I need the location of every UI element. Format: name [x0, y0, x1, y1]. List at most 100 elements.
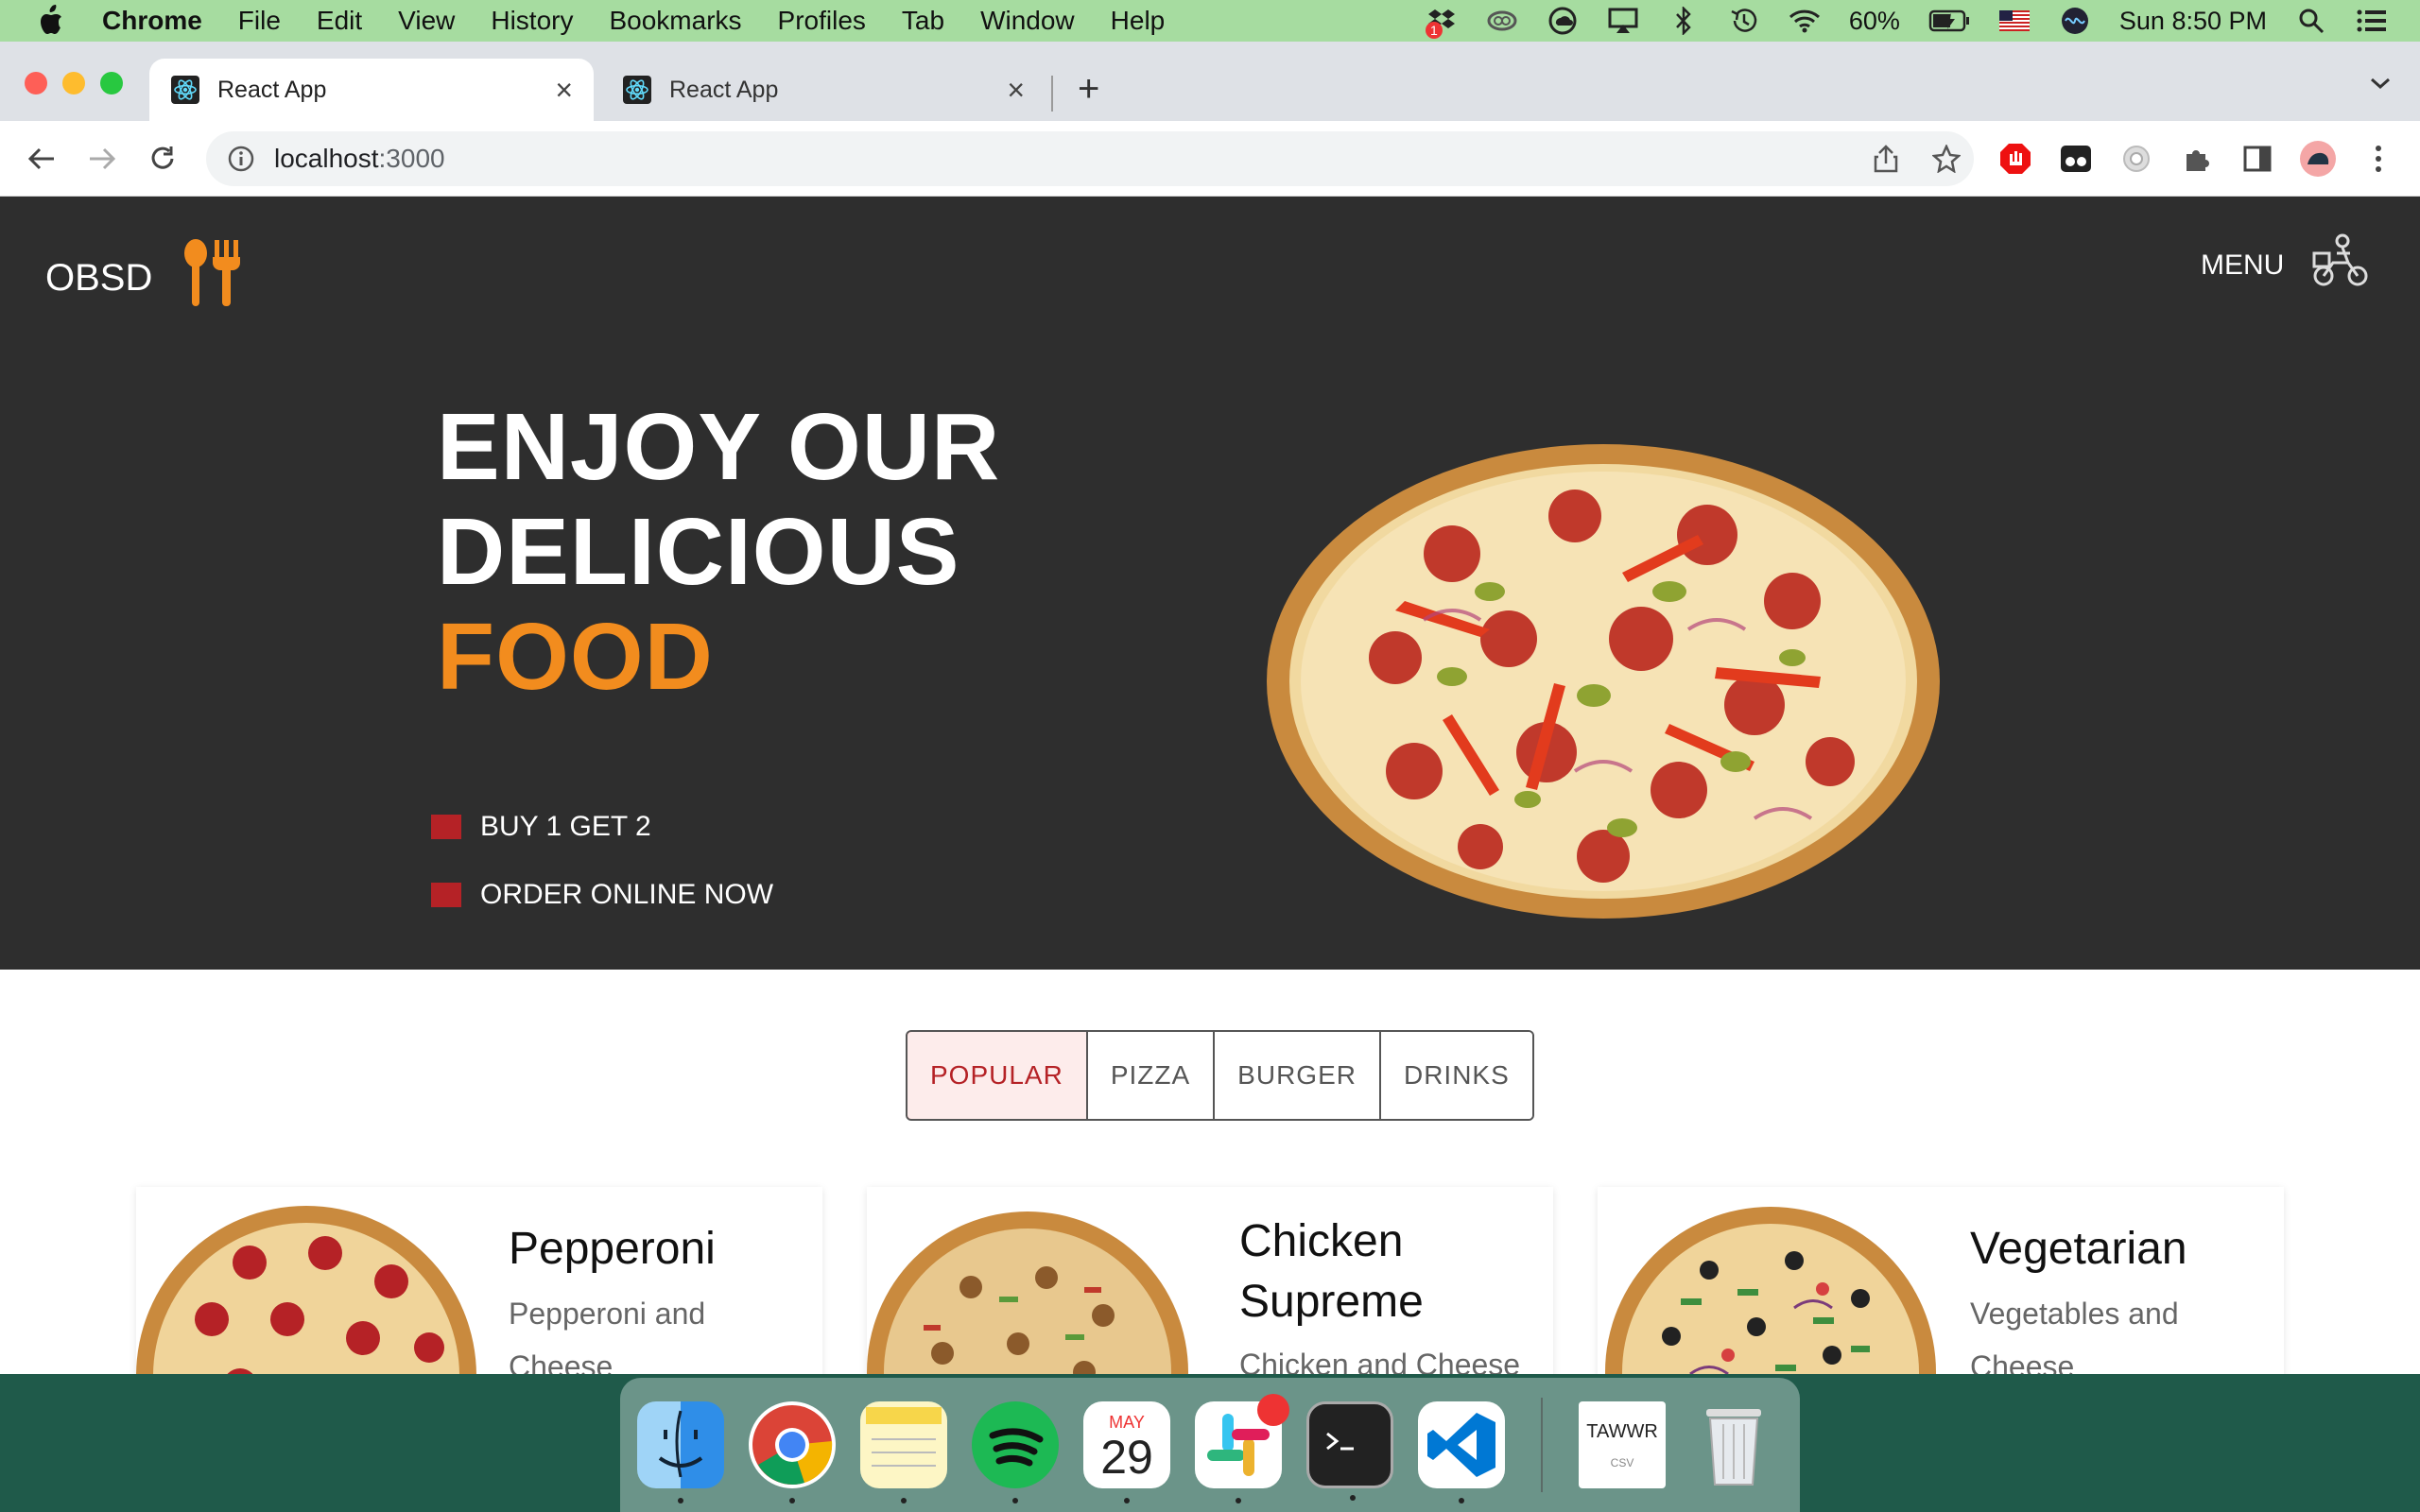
running-indicator — [1350, 1495, 1356, 1501]
battery-percent[interactable]: 60% — [1849, 7, 1900, 36]
menu-view[interactable]: View — [398, 6, 455, 36]
us-flag-icon[interactable] — [1998, 7, 2031, 35]
menu-help[interactable]: Help — [1111, 6, 1166, 36]
time-machine-icon[interactable] — [1728, 7, 1760, 35]
hero-section: OBSD MENU ENJOY OUR DELICIOUS FOOD BUY 1… — [0, 197, 2420, 970]
product-card-pepperoni[interactable]: Pepperoni Pepperoni and Cheese — [136, 1187, 822, 1374]
tab-strip: React App × React App × + — [0, 42, 2420, 121]
card-title: Vegetarian — [1970, 1224, 2187, 1274]
incognito-extension-icon[interactable] — [2057, 140, 2095, 178]
adblock-extension-icon[interactable] — [1996, 140, 2034, 178]
profile-avatar[interactable] — [2299, 140, 2337, 178]
bullet-label: ORDER ONLINE NOW — [480, 879, 774, 910]
web-page-viewport: OBSD MENU ENJOY OUR DELICIOUS FOOD BUY 1… — [0, 197, 2420, 1374]
running-indicator — [1012, 1498, 1018, 1503]
dock-separator — [1541, 1398, 1543, 1492]
product-card-vegetarian[interactable]: Vegetarian Vegetables and Cheese — [1598, 1187, 2284, 1374]
menu-bookmarks[interactable]: Bookmarks — [609, 6, 741, 36]
close-window-button[interactable] — [25, 72, 47, 94]
menu-tab[interactable]: Tab — [902, 6, 944, 36]
menu-window[interactable]: Window — [980, 6, 1075, 36]
url-host: localhost — [274, 144, 379, 173]
order-online-link[interactable]: ORDER ONLINE NOW — [431, 879, 773, 911]
dock-finder-icon[interactable] — [637, 1401, 724, 1503]
bullet-label: BUY 1 GET 2 — [480, 811, 651, 842]
tab-title: React App — [669, 76, 779, 103]
forward-arrow-icon[interactable] — [83, 140, 121, 178]
grey-target-extension-icon[interactable] — [2118, 140, 2155, 178]
window-controls — [25, 72, 123, 94]
address-bar[interactable]: localhost:3000 — [206, 131, 1974, 186]
reload-icon[interactable] — [144, 140, 182, 178]
browser-toolbar: localhost:3000 — [0, 121, 2420, 197]
delivery-scooter-icon[interactable] — [2310, 232, 2371, 292]
dropbox-icon[interactable]: 1 — [1425, 7, 1458, 39]
dock-chrome-icon[interactable] — [749, 1401, 836, 1503]
filter-drinks-button[interactable]: DRINKS — [1378, 1032, 1532, 1119]
app-menu-chrome[interactable]: Chrome — [102, 6, 202, 36]
filter-burger-button[interactable]: BURGER — [1213, 1032, 1379, 1119]
extensions-puzzle-icon[interactable] — [2178, 140, 2216, 178]
airplay-icon[interactable] — [1607, 7, 1639, 35]
category-filter-group: POPULAR PIZZA BURGER DRINKS — [906, 1030, 1534, 1121]
cloud-sync-icon[interactable] — [1547, 7, 1579, 35]
menu-edit[interactable]: Edit — [317, 6, 362, 36]
tab-react-app-active[interactable]: React App × — [149, 59, 594, 121]
url-port: :3000 — [378, 144, 445, 173]
product-card-chicken-supreme[interactable]: Chicken Supreme Chicken and Cheese — [867, 1187, 1553, 1374]
dock-notes-icon[interactable] — [860, 1401, 947, 1503]
pepperoni-pizza-image — [136, 1196, 476, 1374]
document-label: TAWWR — [1586, 1420, 1658, 1442]
tab-search-chevron-down-icon[interactable] — [2369, 76, 2392, 95]
bookmark-star-icon[interactable] — [1932, 145, 1961, 173]
tab-divider — [1051, 76, 1053, 112]
dock-vscode-icon[interactable] — [1418, 1401, 1505, 1503]
battery-icon[interactable] — [1928, 7, 1970, 35]
wifi-icon[interactable] — [1789, 7, 1821, 35]
dock-calendar-icon[interactable]: MAY 29 — [1083, 1401, 1170, 1503]
vegetarian-pizza-image — [1605, 1204, 1936, 1374]
headline-line-2: DELICIOUS — [437, 499, 960, 605]
close-tab-icon[interactable]: × — [1007, 73, 1025, 108]
dock-trash-icon[interactable] — [1690, 1401, 1777, 1488]
control-center-list-icon[interactable] — [2356, 7, 2388, 35]
clock[interactable]: Sun 8:50 PM — [2119, 7, 2267, 36]
menu-history[interactable]: History — [491, 6, 573, 36]
chrome-window: React App × React App × + localhost:300… — [0, 42, 2420, 1374]
react-favicon-icon — [170, 75, 200, 105]
running-indicator — [1459, 1498, 1464, 1503]
share-icon[interactable] — [1872, 145, 1900, 173]
fullscreen-window-button[interactable] — [100, 72, 123, 94]
minimize-window-button[interactable] — [62, 72, 85, 94]
dock-slack-icon[interactable] — [1195, 1394, 1289, 1503]
new-tab-plus-icon[interactable]: + — [1078, 70, 1099, 108]
back-arrow-icon[interactable] — [23, 140, 60, 178]
menu-profiles[interactable]: Profiles — [778, 6, 866, 36]
side-panel-icon[interactable] — [2238, 140, 2276, 178]
running-indicator — [678, 1498, 683, 1503]
spotlight-search-icon[interactable] — [2295, 7, 2327, 35]
chrome-menu-kebab-icon[interactable] — [2360, 140, 2397, 178]
filter-pizza-button[interactable]: PIZZA — [1085, 1032, 1214, 1119]
brand-name: OBSD — [45, 256, 153, 299]
bullet-square-icon — [431, 815, 461, 839]
dock-tawwr-document-icon[interactable]: TAWWR CSV — [1579, 1401, 1666, 1488]
menu-link[interactable]: MENU — [2201, 249, 2284, 282]
bluetooth-icon[interactable] — [1668, 7, 1700, 35]
card-description-line-1: Vegetables and — [1970, 1297, 2179, 1331]
promo-buy-1-get-2[interactable]: BUY 1 GET 2 — [431, 811, 651, 843]
dock-terminal-icon[interactable] — [1306, 1401, 1393, 1501]
filter-popular-button[interactable]: POPULAR — [907, 1032, 1088, 1119]
dock-spotify-icon[interactable] — [972, 1401, 1059, 1503]
apple-menu-icon[interactable] — [36, 5, 74, 37]
creative-cloud-icon[interactable] — [1486, 7, 1518, 35]
tab-react-app[interactable]: React App × — [601, 59, 1046, 121]
menu-file[interactable]: File — [238, 6, 281, 36]
close-tab-icon[interactable]: × — [555, 73, 573, 108]
card-description-line-2: Cheese — [1970, 1349, 2075, 1374]
hero-headline: ENJOY OUR DELICIOUS FOOD — [437, 395, 1000, 710]
siri-icon[interactable] — [2059, 7, 2091, 35]
card-title: Pepperoni — [509, 1224, 716, 1274]
site-info-icon[interactable] — [227, 145, 255, 173]
site-logo[interactable]: OBSD — [45, 238, 241, 318]
